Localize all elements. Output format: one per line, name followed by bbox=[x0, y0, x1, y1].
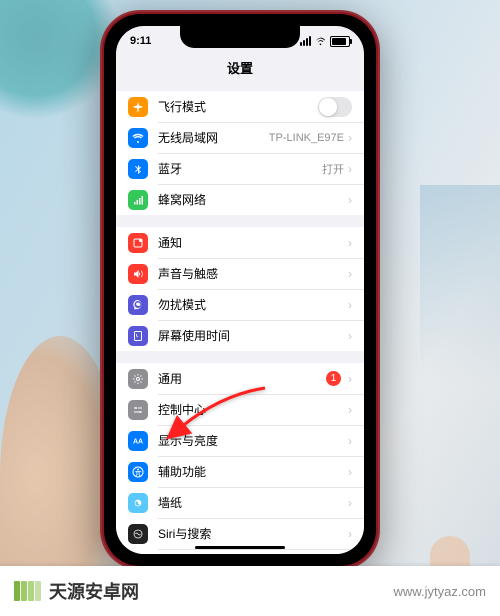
display-icon: AA bbox=[128, 431, 148, 451]
row-label: 勿扰模式 bbox=[158, 296, 344, 313]
row-value: 打开 bbox=[322, 161, 344, 177]
dnd-icon bbox=[128, 295, 148, 315]
row-label: 辅助功能 bbox=[158, 463, 344, 480]
chevron-right-icon: › bbox=[348, 267, 352, 281]
phone-screen: 9:11 设置 飞行模式无线局域网TP-LINK_E97E › 蓝牙打开 › 蜂窝网络 ›… bbox=[116, 26, 364, 554]
bluetooth-icon bbox=[128, 159, 148, 179]
wifi-status-icon bbox=[314, 36, 327, 46]
cellular-icon bbox=[128, 190, 148, 210]
watermark-footer: 天源安卓网 www.jytyaz.com bbox=[0, 566, 500, 616]
row-label: 声音与触感 bbox=[158, 265, 344, 282]
access-icon bbox=[128, 462, 148, 482]
row-label: Siri与搜索 bbox=[158, 525, 344, 542]
chevron-right-icon: › bbox=[348, 162, 352, 176]
site-url: www.jytyaz.com bbox=[394, 584, 486, 599]
row-label: 墙纸 bbox=[158, 494, 344, 511]
settings-row-display[interactable]: AA 显示与亮度 › bbox=[116, 425, 364, 456]
row-label: 蓝牙 bbox=[158, 160, 322, 177]
row-label: 无线局域网 bbox=[158, 129, 269, 146]
settings-row-general[interactable]: 通用1 › bbox=[116, 363, 364, 394]
settings-row-screentime[interactable]: 屏幕使用时间 › bbox=[116, 320, 364, 351]
screentime-icon bbox=[128, 326, 148, 346]
site-name: 天源安卓网 bbox=[49, 578, 139, 604]
notify-icon bbox=[128, 233, 148, 253]
settings-row-sound[interactable]: 声音与触感 › bbox=[116, 258, 364, 289]
settings-row-airplane[interactable]: 飞行模式 bbox=[116, 91, 364, 122]
photo-background: 9:11 设置 飞行模式无线局域网TP-LINK_E97E › 蓝牙打开 › 蜂窝网络 ›… bbox=[0, 0, 500, 616]
siri-icon bbox=[128, 524, 148, 544]
chevron-right-icon: › bbox=[348, 372, 352, 386]
row-label: 蜂窝网络 bbox=[158, 191, 344, 208]
general-icon bbox=[128, 369, 148, 389]
chevron-right-icon: › bbox=[348, 298, 352, 312]
settings-group: 通用1 › 控制中心 › AA 显示与亮度 › 辅助功能 › 墙纸 › Siri与搜索 › 面容ID与密码… bbox=[116, 363, 364, 554]
wallpaper-icon bbox=[128, 493, 148, 513]
settings-row-dnd[interactable]: 勿扰模式 › bbox=[116, 289, 364, 320]
status-time: 9:11 bbox=[130, 35, 151, 47]
svg-text:AA: AA bbox=[133, 438, 143, 445]
settings-row-notify[interactable]: 通知 › bbox=[116, 227, 364, 258]
row-label: 通用 bbox=[158, 370, 326, 387]
chevron-right-icon: › bbox=[348, 465, 352, 479]
settings-group: 飞行模式无线局域网TP-LINK_E97E › 蓝牙打开 › 蜂窝网络 › bbox=[116, 91, 364, 215]
control-icon bbox=[128, 400, 148, 420]
settings-row-control[interactable]: 控制中心 › bbox=[116, 394, 364, 425]
signal-icon bbox=[300, 36, 311, 46]
phone-frame: 9:11 设置 飞行模式无线局域网TP-LINK_E97E › 蓝牙打开 › 蜂窝网络 ›… bbox=[100, 10, 380, 570]
row-label: 显示与亮度 bbox=[158, 432, 344, 449]
chevron-right-icon: › bbox=[348, 236, 352, 250]
wifi-icon bbox=[128, 128, 148, 148]
settings-row-siri[interactable]: Siri与搜索 › bbox=[116, 518, 364, 549]
chevron-right-icon: › bbox=[348, 193, 352, 207]
chevron-right-icon: › bbox=[348, 403, 352, 417]
row-label: 控制中心 bbox=[158, 401, 344, 418]
page-title: 设置 bbox=[116, 56, 364, 85]
battery-icon bbox=[330, 36, 350, 47]
toggle-switch[interactable] bbox=[318, 97, 352, 117]
sound-icon bbox=[128, 264, 148, 284]
row-label: 飞行模式 bbox=[158, 98, 318, 115]
row-label: 通知 bbox=[158, 234, 344, 251]
chevron-right-icon: › bbox=[348, 496, 352, 510]
chevron-right-icon: › bbox=[348, 434, 352, 448]
notification-badge: 1 bbox=[326, 371, 341, 386]
settings-row-wifi[interactable]: 无线局域网TP-LINK_E97E › bbox=[116, 122, 364, 153]
settings-row-cellular[interactable]: 蜂窝网络 › bbox=[116, 184, 364, 215]
chevron-right-icon: › bbox=[348, 329, 352, 343]
settings-group: 通知 › 声音与触感 › 勿扰模式 › 屏幕使用时间 › bbox=[116, 227, 364, 351]
notch bbox=[180, 26, 300, 48]
settings-row-faceid[interactable]: 面容ID与密码› bbox=[116, 549, 364, 554]
chevron-right-icon: › bbox=[348, 527, 352, 541]
chevron-right-icon: › bbox=[348, 131, 352, 145]
site-logo-icon bbox=[14, 581, 41, 601]
row-label: 屏幕使用时间 bbox=[158, 327, 344, 344]
settings-list[interactable]: 飞行模式无线局域网TP-LINK_E97E›蓝牙打开›蜂窝网络›通知›声音与触感… bbox=[116, 85, 364, 554]
row-value: TP-LINK_E97E bbox=[269, 132, 344, 144]
home-indicator[interactable] bbox=[195, 546, 285, 549]
settings-row-access[interactable]: 辅助功能 › bbox=[116, 456, 364, 487]
airplane-icon bbox=[128, 97, 148, 117]
settings-row-bluetooth[interactable]: 蓝牙打开 › bbox=[116, 153, 364, 184]
settings-row-wallpaper[interactable]: 墙纸 › bbox=[116, 487, 364, 518]
